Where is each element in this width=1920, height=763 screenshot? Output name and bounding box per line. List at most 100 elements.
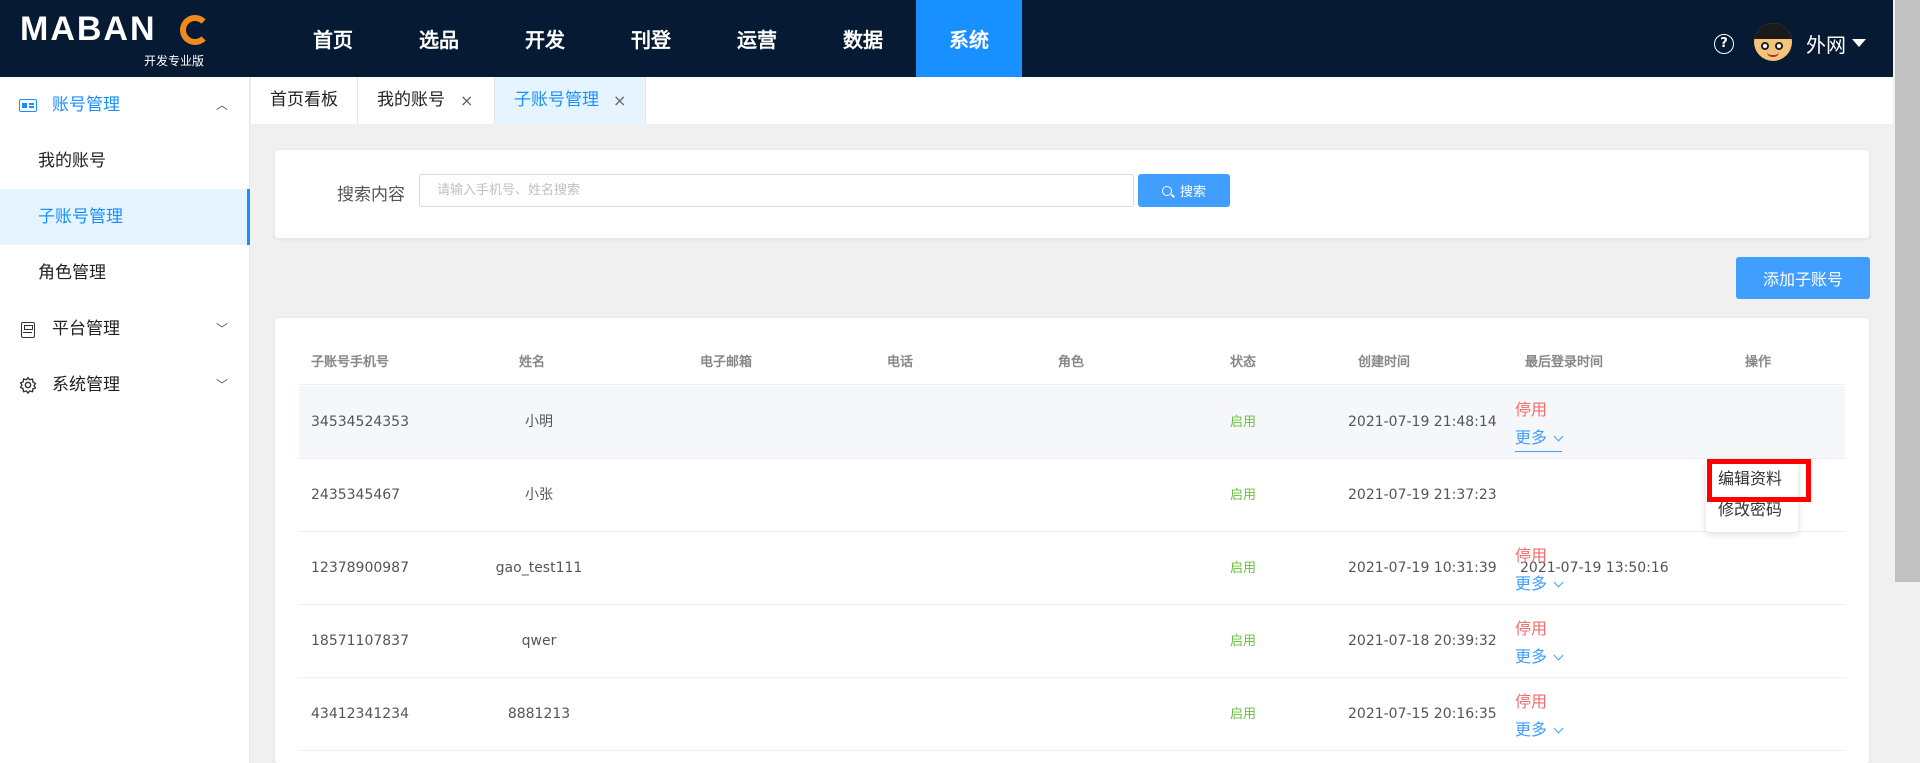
column-header: 姓名: [519, 355, 546, 370]
nav-home[interactable]: 首页: [280, 0, 386, 77]
disable-button[interactable]: 停用: [1515, 688, 1547, 712]
cell-created: 2021-07-15 20:16:35: [1348, 706, 1497, 722]
table-row: 43412341234 8881213 启用 2021-07-15 20:16:…: [299, 678, 1845, 751]
column-header: 状态: [1230, 355, 1257, 370]
tab-label: 子账号管理: [514, 90, 599, 110]
cell-created: 2021-07-19 21:48:14: [1348, 414, 1497, 430]
disable-button[interactable]: 停用: [1515, 542, 1547, 566]
user-name[interactable]: 外网: [1806, 29, 1846, 58]
table-row: 12378900987 gao_test111 启用 2021-07-19 10…: [299, 532, 1845, 605]
sidebar-group-label: 账号管理: [52, 95, 120, 115]
cell-phone: 18571107837: [311, 633, 409, 649]
nav-listing[interactable]: 刊登: [598, 0, 704, 77]
nav-development[interactable]: 开发: [492, 0, 598, 77]
search-button-label: 搜索: [1179, 184, 1206, 199]
search-button[interactable]: 搜索: [1138, 174, 1230, 207]
cell-status: 启用: [1230, 707, 1257, 722]
search-panel: 搜索内容 搜索: [275, 150, 1869, 238]
logo[interactable]: MABAN 开发专业版: [20, 10, 220, 70]
main-nav: 首页 选品 开发 刊登 运营 数据 系统: [280, 0, 1022, 77]
highlight-box: [1707, 459, 1811, 502]
cell-status: 启用: [1230, 488, 1257, 503]
tab-my-account[interactable]: 我的账号 ×: [358, 77, 495, 124]
sidebar-item-role-management[interactable]: 角色管理: [0, 245, 250, 301]
sidebar: 账号管理 ︿ 我的账号 子账号管理 角色管理 平台管理 ﹀ 系统管理 ﹀: [0, 77, 250, 763]
chevron-down-icon: ﹀: [216, 322, 229, 336]
avatar[interactable]: [1754, 23, 1792, 61]
nav-product-selection[interactable]: 选品: [386, 0, 492, 77]
disable-button[interactable]: 停用: [1515, 615, 1547, 639]
gear-icon: [19, 376, 37, 394]
chevron-up-icon: ︿: [216, 98, 229, 112]
cell-name: 小明: [525, 414, 553, 430]
cell-status: 启用: [1230, 415, 1257, 430]
logo-text: MABAN: [20, 10, 157, 48]
chevron-down-icon: ﹀: [216, 378, 229, 392]
disable-button[interactable]: 停用: [1515, 396, 1547, 420]
more-label: 更多: [1515, 428, 1548, 447]
more-button[interactable]: 更多: [1515, 643, 1564, 667]
column-header: 角色: [1058, 355, 1085, 370]
cell-name: qwer: [521, 633, 557, 649]
nav-system[interactable]: 系统: [916, 0, 1022, 77]
cell-phone: 2435345467: [311, 487, 401, 503]
more-button[interactable]: 更多: [1515, 424, 1564, 452]
more-label: 更多: [1515, 574, 1548, 593]
question-circle-icon[interactable]: ?: [1714, 34, 1734, 54]
sidebar-item-my-account[interactable]: 我的账号: [0, 133, 250, 189]
logo-mark-icon: [180, 15, 210, 45]
sidebar-group-account-management[interactable]: 账号管理 ︿: [0, 77, 250, 133]
column-header: 电话: [887, 355, 914, 370]
close-icon[interactable]: ×: [613, 77, 626, 124]
cell-name: 小张: [525, 487, 553, 503]
sidebar-group-platform-management[interactable]: 平台管理 ﹀: [0, 301, 250, 357]
tab-label: 首页看板: [270, 90, 338, 110]
cell-created: 2021-07-18 20:39:32: [1348, 633, 1497, 649]
sidebar-item-sub-account-management[interactable]: 子账号管理: [0, 189, 250, 245]
search-input[interactable]: [419, 174, 1134, 207]
column-header: 电子邮箱: [700, 355, 753, 370]
scrollbar-thumb[interactable]: [1895, 0, 1920, 582]
sub-account-table: 子账号手机号 姓名 电子邮箱 电话 角色 状态 创建时间 最后登录时间 操作 3…: [275, 318, 1869, 763]
cell-status: 启用: [1230, 634, 1257, 649]
tab-label: 我的账号: [377, 90, 445, 110]
sidebar-group-system-management[interactable]: 系统管理 ﹀: [0, 357, 250, 413]
more-button[interactable]: 更多: [1515, 716, 1564, 740]
tab-bar: 首页看板 我的账号 × 子账号管理 ×: [251, 77, 1893, 124]
id-card-icon: [19, 96, 37, 114]
table-row: 2435345467 小张 启用 2021-07-19 21:37:23: [299, 459, 1845, 532]
nav-operations[interactable]: 运营: [704, 0, 810, 77]
top-navbar: MABAN 开发专业版 首页 选品 开发 刊登 运营 数据 系统 ? 外网: [0, 0, 1893, 77]
table-row: 34534524353 小明 启用 2021-07-19 21:48:14 停用…: [299, 386, 1845, 459]
caret-down-icon[interactable]: [1852, 39, 1866, 47]
sidebar-group-label: 系统管理: [52, 375, 120, 395]
cell-name: gao_test111: [495, 560, 583, 576]
cell-created: 2021-07-19 21:37:23: [1348, 487, 1497, 503]
column-header: 创建时间: [1358, 355, 1411, 370]
cell-status: 启用: [1230, 561, 1257, 576]
column-header: 最后登录时间: [1525, 355, 1604, 370]
chevron-down-icon: [1553, 723, 1564, 734]
close-icon[interactable]: ×: [460, 77, 473, 124]
search-label: 搜索内容: [337, 185, 405, 205]
tab-sub-account-management[interactable]: 子账号管理 ×: [495, 77, 646, 124]
add-sub-account-button[interactable]: 添加子账号: [1736, 257, 1870, 299]
cell-phone: 43412341234: [311, 706, 409, 722]
tab-home-dashboard[interactable]: 首页看板: [251, 77, 358, 124]
chevron-down-icon: [1553, 650, 1564, 661]
calculator-icon: [19, 320, 37, 338]
cell-phone: 34534524353: [311, 414, 409, 430]
more-button[interactable]: 更多: [1515, 570, 1564, 594]
more-label: 更多: [1515, 720, 1548, 739]
search-icon: [1161, 186, 1172, 196]
nav-data[interactable]: 数据: [810, 0, 916, 77]
chevron-down-icon: [1553, 431, 1564, 442]
cell-name: 8881213: [507, 706, 571, 722]
column-header: 子账号手机号: [311, 355, 390, 370]
cell-created: 2021-07-19 10:31:39: [1348, 560, 1497, 576]
logo-subtitle: 开发专业版: [144, 54, 205, 68]
column-header: 操作: [1745, 355, 1772, 370]
more-label: 更多: [1515, 647, 1548, 666]
cell-phone: 12378900987: [311, 560, 409, 576]
table-row: 18571107837 qwer 启用 2021-07-18 20:39:32 …: [299, 605, 1845, 678]
